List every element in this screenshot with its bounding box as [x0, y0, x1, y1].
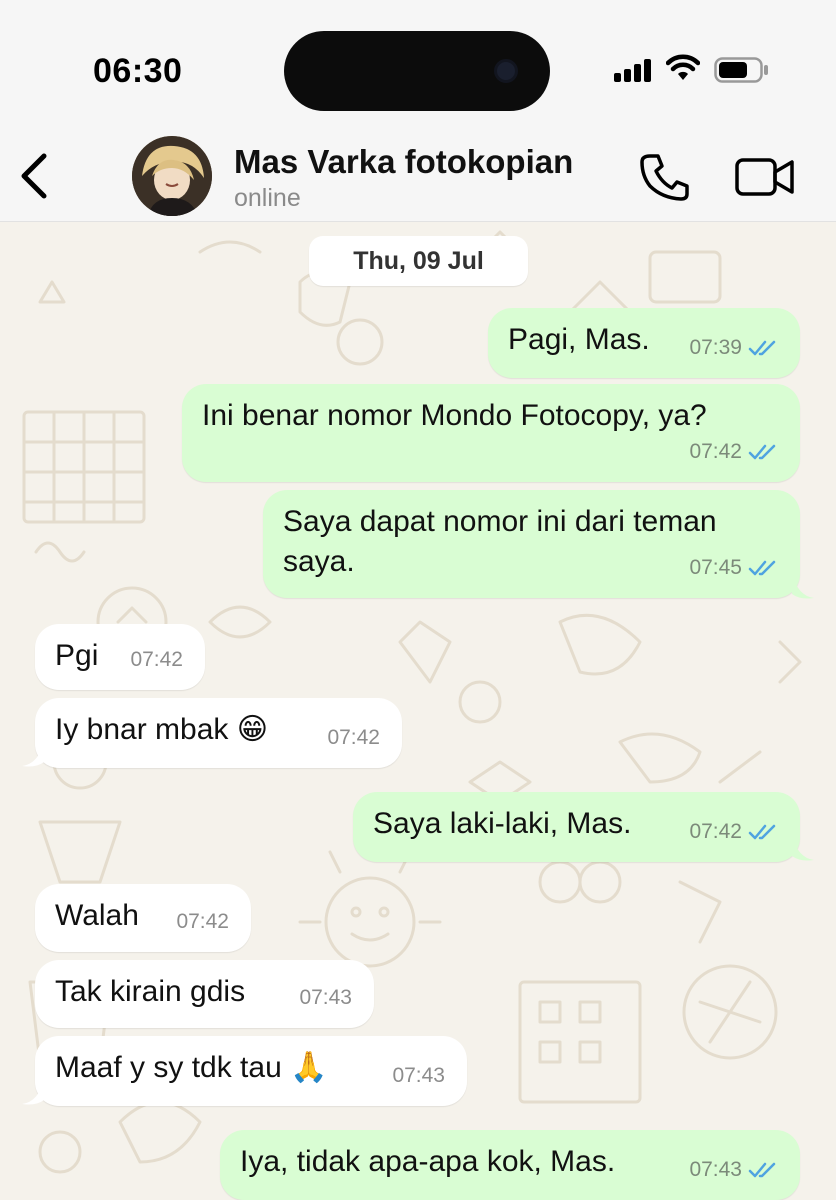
message-meta: 07:39 — [689, 328, 778, 368]
message-bubble-outgoing[interactable]: Pagi, Mas. 07:39 — [488, 308, 800, 378]
message-meta: 07:42 — [689, 812, 778, 852]
message-time: 07:39 — [689, 336, 742, 359]
message-text-line-1: Saya dapat nomor ini dari teman — [283, 505, 717, 538]
read-ticks-icon — [748, 1162, 776, 1178]
message-bubble-outgoing[interactable]: Saya dapat nomor ini dari teman saya. 07… — [263, 490, 800, 598]
contact-status: online — [234, 184, 301, 212]
message-text: Iya, tidak apa-apa kok, Mas. — [240, 1145, 616, 1178]
battery-icon — [714, 57, 768, 83]
message-time: 07:42 — [689, 440, 742, 463]
contact-avatar[interactable] — [132, 136, 212, 216]
bubble-tail — [792, 574, 814, 599]
contact-name[interactable]: Mas Varka fotokopian — [234, 143, 573, 181]
video-camera-icon[interactable] — [734, 156, 796, 198]
message-time: 07:42 — [176, 910, 229, 933]
message-meta: 07:42 — [130, 640, 183, 680]
message-text: Iy bnar mbak 😁 — [55, 713, 269, 746]
message-time: 07:45 — [689, 556, 742, 579]
message-text: Pgi — [55, 639, 99, 672]
message-time: 07:43 — [299, 986, 352, 1009]
message-bubble-incoming[interactable]: Pgi 07:42 — [35, 624, 205, 690]
message-bubble-outgoing[interactable]: Saya laki-laki, Mas. 07:42 — [353, 792, 800, 862]
message-text: Maaf y sy tdk tau 🙏 — [55, 1051, 328, 1084]
message-bubble-incoming[interactable]: Walah 07:42 — [35, 884, 251, 952]
message-text: Saya laki-laki, Mas. — [373, 807, 632, 840]
read-ticks-icon — [748, 824, 776, 840]
message-time: 07:42 — [327, 726, 380, 749]
cellular-signal-icon — [614, 58, 654, 82]
message-meta: 07:42 — [176, 902, 229, 942]
message-text: Tak kirain gdis — [55, 975, 246, 1008]
status-time: 06:30 — [93, 52, 183, 90]
message-bubble-outgoing[interactable]: Iya, tidak apa-apa kok, Mas. 07:43 — [220, 1130, 800, 1200]
message-meta: 07:43 — [689, 1150, 778, 1190]
chat-area[interactable]: Thu, 09 Jul Pagi, Mas. 07:39 Ini benar n… — [0, 222, 836, 1200]
message-meta: 07:45 — [689, 548, 778, 588]
message-meta: 07:43 — [392, 1056, 445, 1096]
message-time: 07:42 — [689, 820, 742, 843]
read-ticks-icon — [748, 444, 776, 460]
date-separator: Thu, 09 Jul — [309, 236, 528, 286]
message-time: 07:43 — [392, 1064, 445, 1087]
message-meta: 07:42 — [689, 432, 778, 472]
message-bubble-incoming[interactable]: Iy bnar mbak 😁 07:42 — [35, 698, 402, 768]
message-bubble-outgoing[interactable]: Ini benar nomor Mondo Fotocopy, ya? 07:4… — [182, 384, 800, 482]
message-meta: 07:43 — [299, 978, 352, 1018]
front-camera-icon — [494, 59, 518, 83]
dynamic-island — [284, 31, 550, 111]
read-ticks-icon — [748, 340, 776, 356]
top-bar: 06:30 Mas Varka fotokopian online — [0, 0, 836, 222]
bubble-tail — [792, 836, 814, 861]
bubble-tail — [22, 742, 44, 767]
message-text: Walah — [55, 899, 139, 932]
back-chevron-icon[interactable] — [16, 150, 52, 202]
bubble-tail — [22, 1080, 44, 1105]
wifi-icon — [666, 54, 700, 80]
message-text: Pagi, Mas. — [508, 323, 650, 356]
message-meta: 07:42 — [327, 718, 380, 758]
message-bubble-incoming[interactable]: Tak kirain gdis 07:43 — [35, 960, 374, 1028]
read-ticks-icon — [748, 560, 776, 576]
message-text-line-2: saya. — [283, 545, 355, 578]
message-time: 07:43 — [689, 1158, 742, 1181]
message-bubble-incoming[interactable]: Maaf y sy tdk tau 🙏 07:43 — [35, 1036, 467, 1106]
phone-icon[interactable] — [638, 152, 692, 202]
message-text: Ini benar nomor Mondo Fotocopy, ya? — [202, 399, 707, 432]
message-time: 07:42 — [130, 648, 183, 671]
